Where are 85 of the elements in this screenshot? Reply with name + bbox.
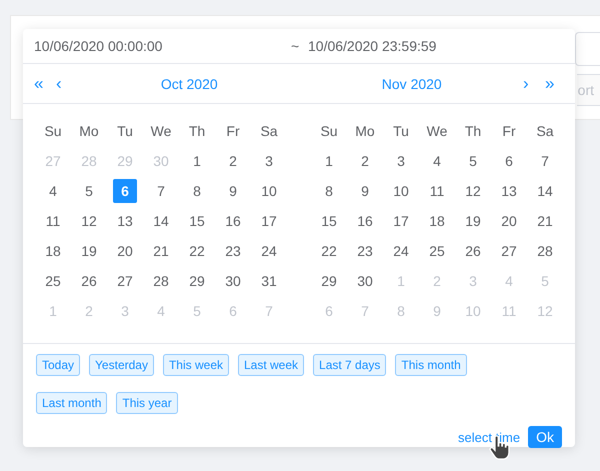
calendar-day[interactable]: 11 bbox=[425, 179, 449, 203]
calendar-day[interactable]: 18 bbox=[41, 239, 65, 263]
calendar-day[interactable]: 24 bbox=[257, 239, 281, 263]
calendar-day[interactable]: 3 bbox=[389, 149, 413, 173]
calendar-day[interactable]: 9 bbox=[353, 179, 377, 203]
calendar-day[interactable]: 12 bbox=[461, 179, 485, 203]
weekday-label: Mo bbox=[355, 123, 375, 139]
range-start-field[interactable]: 10/06/2020 00:00:00 bbox=[34, 38, 291, 54]
next-year-button[interactable]: » bbox=[545, 74, 567, 94]
calendar-day[interactable]: 13 bbox=[113, 209, 137, 233]
weekday-label: Th bbox=[464, 123, 482, 139]
month-title: Nov 2020 bbox=[380, 76, 443, 92]
calendar-day[interactable]: 3 bbox=[257, 149, 281, 173]
calendar-day[interactable]: 27 bbox=[497, 239, 521, 263]
calendar-day[interactable]: 25 bbox=[425, 239, 449, 263]
calendar-day[interactable]: 21 bbox=[149, 239, 173, 263]
weekday-label: Su bbox=[320, 123, 338, 139]
calendar-day[interactable]: 21 bbox=[533, 209, 557, 233]
calendar-day[interactable]: 23 bbox=[353, 239, 377, 263]
ok-button[interactable]: Ok bbox=[528, 426, 562, 448]
calendar-day[interactable]: 17 bbox=[389, 209, 413, 233]
next-month-button[interactable]: › bbox=[523, 74, 545, 94]
calendar-day[interactable]: 28 bbox=[533, 239, 557, 263]
calendar-day[interactable]: 12 bbox=[77, 209, 101, 233]
weekday-label: We bbox=[150, 123, 172, 139]
weekday-label: Tu bbox=[393, 123, 409, 139]
range-end-field[interactable]: 10/06/2020 23:59:59 bbox=[308, 38, 436, 54]
weekday-label: Sa bbox=[260, 123, 278, 139]
weekday-label: Su bbox=[44, 123, 62, 139]
calendar-day[interactable]: 1 bbox=[317, 149, 341, 173]
calendar-day[interactable]: 25 bbox=[41, 269, 65, 293]
calendar-day[interactable]: 10 bbox=[257, 179, 281, 203]
calendar-day[interactable]: 18 bbox=[425, 209, 449, 233]
calendar-day[interactable]: 5 bbox=[77, 179, 101, 203]
calendar-day[interactable]: 14 bbox=[149, 209, 173, 233]
weekday-label: Tu bbox=[117, 123, 133, 139]
calendar-day[interactable]: 4 bbox=[425, 149, 449, 173]
calendar-day[interactable]: 9 bbox=[221, 179, 245, 203]
calendar-day[interactable]: 23 bbox=[221, 239, 245, 263]
month-title: Oct 2020 bbox=[160, 76, 219, 92]
calendar-day[interactable]: 31 bbox=[257, 269, 281, 293]
calendar-day[interactable]: 15 bbox=[185, 209, 209, 233]
prev-month-button[interactable]: ‹ bbox=[56, 74, 78, 94]
calendar-day[interactable]: 2 bbox=[221, 149, 245, 173]
calendar-day[interactable]: 20 bbox=[113, 239, 137, 263]
calendar-day[interactable]: 8 bbox=[317, 179, 341, 203]
weekday-label: Sa bbox=[536, 123, 554, 139]
calendar-day[interactable]: 14 bbox=[533, 179, 557, 203]
calendar-day[interactable]: 29 bbox=[317, 269, 341, 293]
range-separator: ~ bbox=[291, 38, 300, 54]
calendar-day[interactable]: 27 bbox=[113, 269, 137, 293]
calendar-day[interactable]: 8 bbox=[185, 179, 209, 203]
calendar-day[interactable]: 5 bbox=[461, 149, 485, 173]
calendar-day[interactable]: 19 bbox=[77, 239, 101, 263]
calendar-day[interactable]: 17 bbox=[257, 209, 281, 233]
calendar-day[interactable]: 22 bbox=[317, 239, 341, 263]
calendar-day[interactable]: 11 bbox=[41, 209, 65, 233]
calendar-day[interactable]: 19 bbox=[461, 209, 485, 233]
calendar-day[interactable]: 20 bbox=[497, 209, 521, 233]
calendar-day[interactable]: 13 bbox=[497, 179, 521, 203]
calendar-day[interactable]: 22 bbox=[185, 239, 209, 263]
calendar-day[interactable]: 4 bbox=[41, 179, 65, 203]
calendar-day[interactable]: 26 bbox=[461, 239, 485, 263]
calendar-day[interactable]: 24 bbox=[389, 239, 413, 263]
calendar-day[interactable]: 2 bbox=[353, 149, 377, 173]
weekday-label: Fr bbox=[502, 123, 516, 139]
calendar-day[interactable]: 6 bbox=[497, 149, 521, 173]
calendar-day[interactable]: 10 bbox=[389, 179, 413, 203]
weekday-label: We bbox=[426, 123, 448, 139]
prev-year-button[interactable]: « bbox=[34, 74, 56, 94]
calendar-day[interactable]: 30 bbox=[221, 269, 245, 293]
calendar-day[interactable]: 28 bbox=[149, 269, 173, 293]
calendar-day[interactable]: 30 bbox=[353, 269, 377, 293]
weekday-label: Fr bbox=[226, 123, 240, 139]
weekday-label: Mo bbox=[79, 123, 99, 139]
calendar-day[interactable]: 7 bbox=[533, 149, 557, 173]
calendar-day[interactable]: 1 bbox=[185, 149, 209, 173]
calendar-day[interactable]: 7 bbox=[149, 179, 173, 203]
calendar-day[interactable]: 16 bbox=[353, 209, 377, 233]
weekday-label: Th bbox=[188, 123, 206, 139]
calendar-day[interactable]: 15 bbox=[317, 209, 341, 233]
selected-day[interactable]: 6 bbox=[113, 179, 137, 203]
calendar-day[interactable]: 26 bbox=[77, 269, 101, 293]
calendar-day[interactable]: 29 bbox=[185, 269, 209, 293]
calendar-day[interactable]: 16 bbox=[221, 209, 245, 233]
